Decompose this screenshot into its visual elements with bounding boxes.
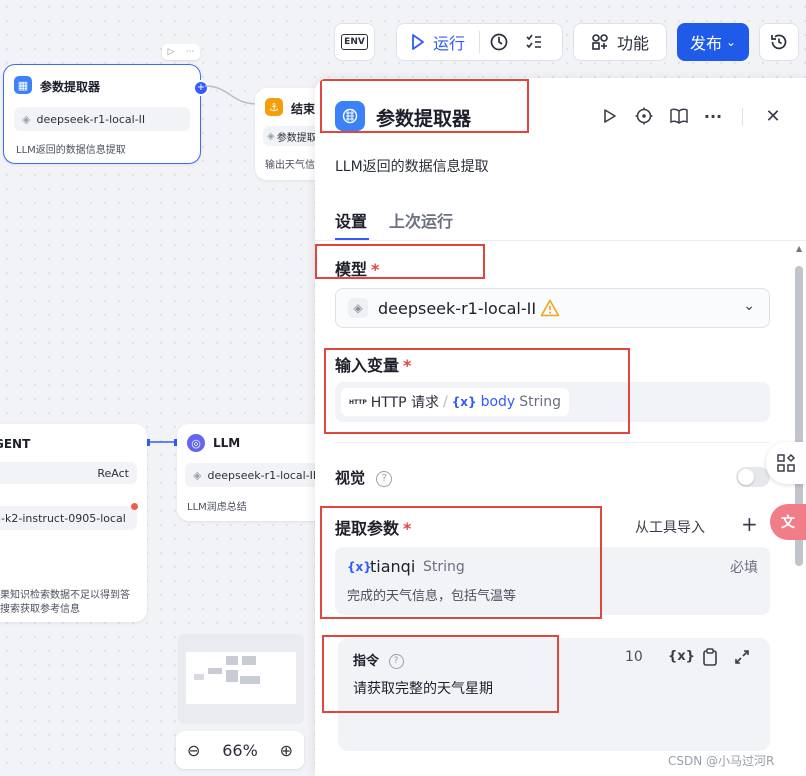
run-group: 运行: [396, 23, 563, 61]
node-settings-panel: 参数提取器 ··· ✕ LLM返回的数据信息提取 设置 上次运行 模型 * ◈ d…: [315, 78, 806, 776]
panel-run-icon[interactable]: [598, 104, 622, 128]
apps-grid-icon: [777, 453, 796, 472]
instruction-char-count: 10: [625, 649, 643, 665]
agent-node-desc-1: 果知识检索数据不足以得到答: [0, 590, 130, 601]
llm-node[interactable]: ◎ LLM ◈ deepseek-r1-local-II LLM润虑总结: [177, 424, 327, 521]
features-button[interactable]: 功能: [573, 23, 667, 61]
panel-node-icon: [335, 101, 365, 131]
model-cube-icon: ◈: [348, 298, 368, 318]
vision-label: 视觉 ?: [335, 467, 393, 488]
chevron-down-icon: ⌄: [743, 298, 755, 314]
model-cube-icon: ◈: [193, 468, 202, 482]
translate-icon: 文: [781, 515, 795, 531]
panel-title[interactable]: 参数提取器: [376, 104, 471, 131]
expand-icon[interactable]: [734, 649, 750, 669]
floating-apps-button[interactable]: [766, 442, 806, 484]
llm-node-model: ◈ deepseek-r1-local-II: [185, 463, 325, 487]
version-history-button[interactable]: [759, 23, 799, 61]
required-badge: 必填: [730, 560, 758, 576]
env-button[interactable]: ENV: [334, 23, 375, 61]
llm-node-icon: ◎: [187, 434, 205, 452]
panel-header-divider: [742, 108, 743, 126]
zoom-control: ⊖ 66% ⊕: [176, 731, 304, 769]
env-icon: ENV: [341, 34, 368, 50]
translate-widget-button[interactable]: 文: [770, 504, 806, 540]
zoom-out-icon[interactable]: ⊖: [187, 741, 200, 760]
warning-icon: [540, 299, 560, 317]
end-node-output: 输出天气信: [265, 160, 315, 171]
import-from-tool-button[interactable]: 从工具导入: [635, 517, 705, 537]
tab-settings[interactable]: 设置: [335, 208, 367, 232]
llm-node-desc: LLM润虑总结: [187, 502, 247, 513]
variable-icon: {x}: [347, 560, 372, 574]
zoom-level[interactable]: 66%: [222, 741, 258, 760]
panel-docs-icon[interactable]: [667, 104, 691, 128]
panel-close-icon[interactable]: ✕: [761, 104, 785, 128]
http-icon: HTTP: [349, 398, 367, 406]
agent-node-title: GENT: [0, 437, 31, 451]
watermark: CSDN @小马过河R: [668, 754, 775, 768]
agent-node-strategy: ReAct: [0, 462, 137, 484]
llm-node-title: LLM: [213, 436, 241, 450]
extract-params-label: 提取参数 *: [335, 519, 412, 538]
input-variable-field[interactable]: HTTP HTTP 请求 / {x} body String: [335, 382, 770, 422]
history-run-icon[interactable]: [480, 32, 518, 52]
agent-node-desc-2: 搜索获取参考信息: [0, 604, 80, 615]
features-icon: [592, 34, 608, 50]
history-icon: [771, 34, 787, 50]
agent-node-model: i-k2-instruct-0905-local: [0, 506, 137, 530]
play-icon: [412, 34, 424, 50]
clipboard-icon[interactable]: [702, 648, 718, 670]
agent-warning-dot: [131, 503, 138, 510]
instruction-editor[interactable]: 指令 ? 10 {x} 请获取完整的天气星期: [338, 638, 770, 751]
publish-button[interactable]: 发布 ⌄: [677, 23, 749, 61]
model-selector[interactable]: ◈ deepseek-r1-local-II ⌄: [335, 288, 770, 328]
run-button[interactable]: 运行: [397, 30, 465, 54]
input-variable-chip[interactable]: HTTP HTTP 请求 / {x} body String: [341, 388, 569, 416]
param-item[interactable]: {x} tianqi String 必填 完成的天气信息，包括气温等: [335, 547, 770, 615]
help-icon[interactable]: ?: [388, 654, 404, 669]
variable-icon: {x}: [451, 395, 477, 409]
input-variables-label: 输入变量 *: [335, 356, 412, 375]
instruction-label: 指令 ?: [353, 650, 404, 669]
add-param-button[interactable]: +: [741, 512, 758, 536]
checklist-icon[interactable]: [518, 33, 550, 51]
chevron-down-icon: ⌄: [725, 35, 737, 49]
param-type: String: [423, 559, 465, 575]
vision-toggle[interactable]: [736, 467, 770, 487]
minimap[interactable]: [178, 634, 304, 724]
param-description: 完成的天气信息，包括气温等: [347, 589, 517, 604]
panel-locate-icon[interactable]: [632, 104, 656, 128]
help-icon[interactable]: ?: [376, 470, 393, 487]
instruction-text[interactable]: 请获取完整的天气星期: [353, 678, 493, 698]
model-label: 模型 *: [335, 260, 380, 279]
end-node-title: 结束: [291, 102, 316, 116]
panel-description[interactable]: LLM返回的数据信息提取: [335, 156, 489, 176]
param-name: tianqi: [370, 557, 416, 576]
tab-last-run[interactable]: 上次运行: [389, 208, 453, 232]
end-node-icon: ⚓: [265, 98, 283, 116]
panel-more-icon[interactable]: ···: [701, 104, 725, 128]
section-divider: [335, 442, 770, 443]
tabs-divider: [315, 240, 806, 241]
insert-variable-icon[interactable]: {x}: [668, 649, 695, 664]
agent-node[interactable]: GENT ReAct i-k2-instruct-0905-local 果知识检…: [0, 424, 147, 622]
zoom-in-icon[interactable]: ⊕: [280, 741, 293, 760]
